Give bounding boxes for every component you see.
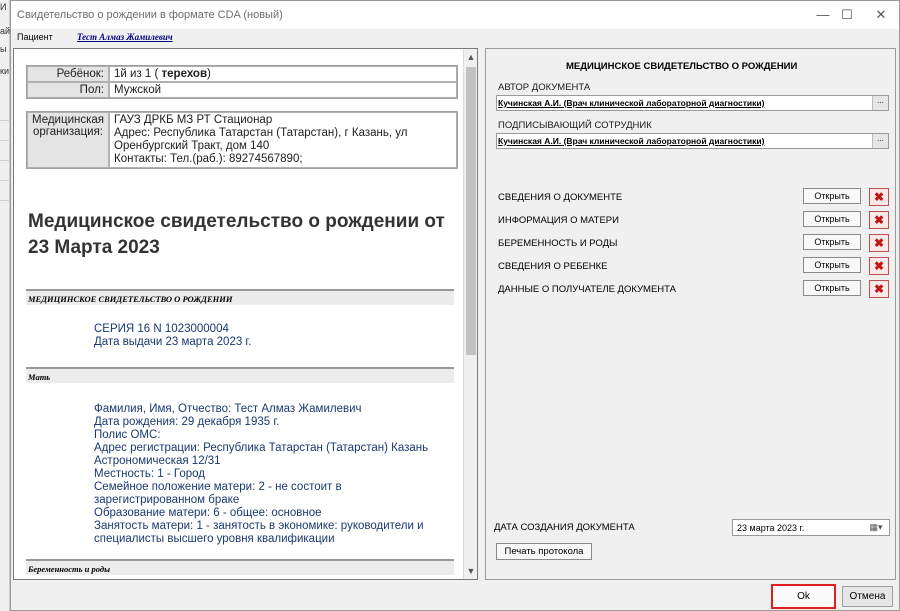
background-app-edge: И ай ы ки [0, 0, 10, 611]
mother-line: специалисты высшего уровня квалификации [94, 533, 335, 545]
delete-icon[interactable]: ✖ [869, 234, 889, 252]
delete-icon[interactable]: ✖ [869, 211, 889, 229]
bg-divider [0, 200, 10, 201]
mother-line: Дата рождения: 29 декабря 1935 г. [94, 416, 280, 428]
mother-line: Фамилия, Имя, Отчество: Тест Алмаз Жамил… [94, 403, 362, 415]
mother-line: Занятость матери: 1 - занятость в эконом… [94, 520, 424, 532]
patient-label: Пациент [17, 32, 53, 42]
section-label-mother: ИНФОРМАЦИЯ О МАТЕРИ [498, 215, 619, 226]
creation-date-value: 23 марта 2023 г. [737, 523, 805, 533]
close-button[interactable]: ✕ [863, 5, 899, 25]
section-label-child: СВЕДЕНИЯ О РЕБЕНКЕ [498, 261, 608, 272]
mother-line: зарегистрированном браке [94, 494, 240, 506]
dialog-window: Свидетельство о рождении в формате CDA (… [10, 0, 900, 611]
document-content: Ребёнок: 1й из 1 ( терехов) Пол: Мужской… [14, 49, 466, 579]
signer-label: ПОДПИСЫВАЮЩИЙ СОТРУДНИК [498, 120, 652, 131]
ok-button[interactable]: Ok [771, 584, 836, 609]
org-value: ГАУЗ ДРКБ МЗ РТ Стационар Адрес: Республ… [109, 112, 457, 168]
bg-divider [0, 140, 10, 141]
form-title: МЕДИЦИНСКОЕ СВИДЕТЕЛЬСТВО О РОЖДЕНИИ [566, 61, 798, 72]
author-label: АВТОР ДОКУМЕНТА [498, 82, 591, 93]
section-label-recipient: ДАННЫЕ О ПОЛУЧАТЕЛЕ ДОКУМЕНТА [498, 284, 676, 295]
vertical-scrollbar[interactable]: ▲ ▼ [463, 49, 477, 579]
open-recipient-button[interactable]: Открыть [803, 280, 861, 296]
org-info-table: Медицинская организация: ГАУЗ ДРКБ МЗ РТ … [26, 111, 458, 169]
series-text: СЕРИЯ 16 N 1023000004 [94, 323, 229, 335]
section-title-pregnancy: Беременность и роды [26, 559, 454, 575]
bg-divider [0, 180, 10, 181]
window-title: Свидетельство о рождении в формате CDA (… [17, 9, 283, 21]
delete-icon[interactable]: ✖ [869, 280, 889, 298]
bg-text: ы [0, 44, 7, 54]
mother-line: Местность: 1 - Город [94, 468, 205, 480]
bg-text: ай [0, 26, 11, 36]
author-value: Кучинская А.И. (Врач клинической лаборат… [498, 98, 765, 108]
bg-text: И [0, 2, 7, 12]
delete-icon[interactable]: ✖ [869, 257, 889, 275]
open-mother-info-button[interactable]: Открыть [803, 211, 861, 227]
section-label-pregnancy: БЕРЕМЕННОСТЬ И РОДЫ [498, 238, 618, 249]
section-label-document: СВЕДЕНИЯ О ДОКУМЕНТЕ [498, 192, 623, 203]
mother-line: Семейное положение матери: 2 - не состои… [94, 481, 342, 493]
scroll-thumb[interactable] [466, 67, 476, 355]
open-document-info-button[interactable]: Открыть [803, 188, 861, 204]
child-label: Ребёнок: [27, 66, 109, 82]
patient-bar: Пациент Тест Алмаз Жамилевич [11, 29, 899, 47]
document-preview[interactable]: Ребёнок: 1й из 1 ( терехов) Пол: Мужской… [13, 48, 478, 580]
org-label: Медицинская организация: [27, 112, 110, 168]
title-bar[interactable]: Свидетельство о рождении в формате CDA (… [11, 1, 899, 29]
author-select-button[interactable]: ... [872, 96, 888, 110]
form-panel: МЕДИЦИНСКОЕ СВИДЕТЕЛЬСТВО О РОЖДЕНИИ АВТ… [485, 48, 896, 580]
signer-select-button[interactable]: ... [872, 134, 888, 148]
open-pregnancy-button[interactable]: Открыть [803, 234, 861, 250]
mother-line: Образование матери: 6 - общее: основное [94, 507, 322, 519]
sex-label: Пол: [27, 82, 109, 98]
bg-divider [0, 120, 10, 121]
sex-value: Мужской [109, 82, 457, 98]
scroll-up-icon[interactable]: ▲ [464, 49, 477, 65]
print-protocol-button[interactable]: Печать протокола [496, 543, 592, 560]
signer-field[interactable]: Кучинская А.И. (Врач клинической лаборат… [496, 133, 889, 149]
section-title-mother: Мать [26, 367, 454, 383]
certificate-details: СЕРИЯ 16 N 1023000004 Дата выдачи 23 мар… [94, 323, 454, 349]
document-heading: Медицинское свидетельство о рождении от … [28, 211, 445, 258]
maximize-button[interactable]: ☐ [829, 5, 865, 25]
calendar-dropdown-icon[interactable]: ▦▾ [865, 521, 887, 534]
mother-line: Полис ОМС: [94, 429, 161, 441]
signer-value: Кучинская А.И. (Врач клинической лаборат… [498, 136, 765, 146]
bg-text: ки [0, 66, 9, 76]
mother-line: Адрес регистрации: Республика Татарстан … [94, 442, 429, 454]
child-value: 1й из 1 ( терехов) [109, 66, 457, 82]
scroll-down-icon[interactable]: ▼ [464, 563, 477, 579]
bg-divider [0, 160, 10, 161]
creation-date-label: ДАТА СОЗДАНИЯ ДОКУМЕНТА [494, 522, 635, 533]
section-title-certificate: МЕДИЦИНСКОЕ СВИДЕТЕЛЬСТВО О РОЖДЕНИИ [26, 289, 454, 305]
cancel-button[interactable]: Отмена [842, 586, 893, 607]
issue-date-text: Дата выдачи 23 марта 2023 г. [94, 336, 252, 348]
open-child-info-button[interactable]: Открыть [803, 257, 861, 273]
creation-date-picker[interactable]: 23 марта 2023 г. ▦▾ [732, 519, 890, 536]
author-field[interactable]: Кучинская А.И. (Врач клинической лаборат… [496, 95, 889, 111]
child-info-table: Ребёнок: 1й из 1 ( терехов) Пол: Мужской [26, 65, 458, 99]
patient-name-link[interactable]: Тест Алмаз Жамилевич [77, 32, 173, 42]
delete-icon[interactable]: ✖ [869, 188, 889, 206]
mother-line: Астрономическая 12/31 [94, 455, 221, 467]
mother-details: Фамилия, Имя, Отчество: Тест Алмаз Жамил… [94, 403, 454, 546]
